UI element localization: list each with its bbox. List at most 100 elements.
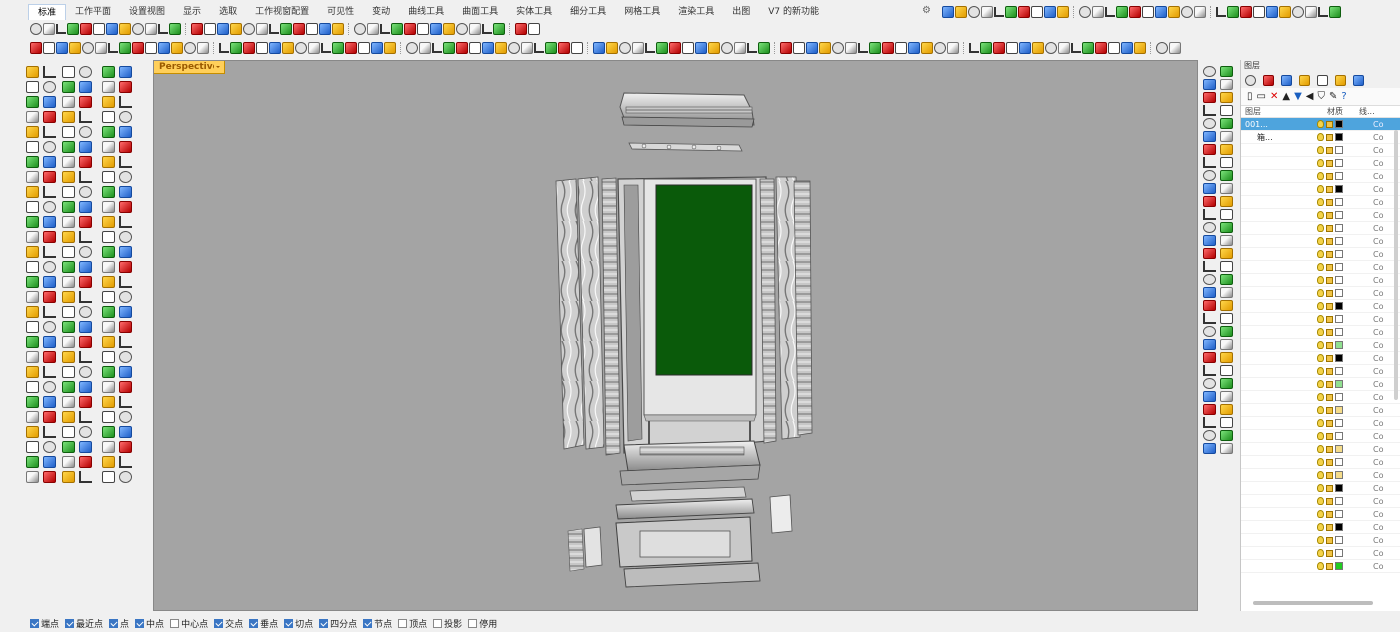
- command-icon[interactable]: [1203, 66, 1216, 77]
- command-icon[interactable]: [43, 81, 56, 93]
- layer-row[interactable]: Co: [1241, 560, 1400, 573]
- libraries-tab-icon[interactable]: [1317, 74, 1328, 86]
- command-icon[interactable]: [43, 201, 56, 213]
- command-icon[interactable]: [1220, 196, 1233, 207]
- toolbar-tab-13[interactable]: 渲染工具: [669, 4, 723, 20]
- toolbar-tab-12[interactable]: 网格工具: [615, 4, 669, 20]
- toolbar-command-icon[interactable]: [30, 23, 42, 35]
- osnap-toggle[interactable]: 顶点: [398, 617, 427, 630]
- toolbar-command-icon[interactable]: [721, 42, 733, 54]
- toolbar-command-icon[interactable]: [1018, 6, 1030, 18]
- command-icon[interactable]: [119, 216, 132, 228]
- lock-icon[interactable]: [1326, 549, 1333, 557]
- command-icon[interactable]: [79, 66, 92, 78]
- toolbar-command-icon[interactable]: [145, 42, 157, 54]
- delete-layer-icon[interactable]: ✕: [1270, 91, 1278, 103]
- command-icon[interactable]: [1203, 300, 1216, 311]
- layer-row[interactable]: 001... Co: [1241, 118, 1400, 131]
- layer-color-swatch[interactable]: [1335, 445, 1343, 453]
- command-icon[interactable]: [102, 306, 115, 318]
- command-icon[interactable]: [119, 201, 132, 213]
- lightbulb-icon[interactable]: [1317, 354, 1324, 362]
- command-icon[interactable]: [26, 321, 39, 333]
- command-icon[interactable]: [26, 66, 39, 78]
- checkbox[interactable]: [109, 619, 119, 628]
- layer-row[interactable]: Co: [1241, 235, 1400, 248]
- command-icon[interactable]: [1203, 443, 1216, 454]
- layer-color-swatch[interactable]: [1335, 211, 1343, 219]
- lightbulb-icon[interactable]: [1317, 562, 1324, 570]
- toolbar-command-icon[interactable]: [993, 42, 1005, 54]
- checkbox[interactable]: [30, 619, 39, 628]
- toolbar-command-icon[interactable]: [869, 42, 881, 54]
- toolbar-command-icon[interactable]: [558, 42, 570, 54]
- toolbar-command-icon[interactable]: [619, 42, 631, 54]
- command-icon[interactable]: [119, 291, 132, 303]
- toolbar-command-icon[interactable]: [1044, 6, 1056, 18]
- command-icon[interactable]: [1220, 300, 1233, 311]
- command-icon[interactable]: [1220, 404, 1233, 415]
- layer-row[interactable]: Co: [1241, 417, 1400, 430]
- checkbox[interactable]: [170, 619, 180, 628]
- toolbar-command-icon[interactable]: [132, 23, 144, 35]
- command-icon[interactable]: [1203, 235, 1216, 246]
- command-icon[interactable]: [79, 426, 92, 438]
- command-icon[interactable]: [1203, 326, 1216, 337]
- toolbar-command-icon[interactable]: [593, 42, 605, 54]
- filter-icon[interactable]: ⛉: [1317, 91, 1325, 103]
- toolbar-command-icon[interactable]: [793, 42, 805, 54]
- command-icon[interactable]: [43, 261, 56, 273]
- command-icon[interactable]: [119, 246, 132, 258]
- layer-color-swatch[interactable]: [1335, 510, 1343, 518]
- layer-color-swatch[interactable]: [1335, 354, 1343, 362]
- command-icon[interactable]: [79, 156, 92, 168]
- toolbar-command-icon[interactable]: [845, 42, 857, 54]
- toolbar-tab-8[interactable]: 曲线工具: [399, 4, 453, 20]
- toolbar-command-icon[interactable]: [1305, 6, 1317, 18]
- checkbox[interactable]: [65, 619, 75, 628]
- toolbar-command-icon[interactable]: [404, 23, 416, 35]
- command-icon[interactable]: [26, 216, 39, 228]
- command-icon[interactable]: [43, 246, 56, 258]
- layer-name-header[interactable]: 图层: [1241, 106, 1327, 117]
- command-icon[interactable]: [119, 471, 132, 483]
- toolbar-command-icon[interactable]: [354, 23, 366, 35]
- lightbulb-icon[interactable]: [1317, 549, 1324, 557]
- checkbox[interactable]: [433, 619, 443, 628]
- command-icon[interactable]: [1203, 404, 1216, 415]
- command-icon[interactable]: [43, 111, 56, 123]
- command-icon[interactable]: [119, 171, 132, 183]
- lightbulb-icon[interactable]: [1317, 172, 1324, 180]
- layer-color-swatch[interactable]: [1335, 328, 1343, 336]
- command-icon[interactable]: [79, 291, 92, 303]
- command-icon[interactable]: [62, 336, 75, 348]
- command-icon[interactable]: [119, 186, 132, 198]
- layer-row[interactable]: Co: [1241, 144, 1400, 157]
- command-icon[interactable]: [62, 261, 75, 273]
- command-icon[interactable]: [1220, 417, 1233, 428]
- layer-row[interactable]: Co: [1241, 456, 1400, 469]
- layer-row[interactable]: Co: [1241, 339, 1400, 352]
- command-icon[interactable]: [62, 426, 75, 438]
- toolbar-command-icon[interactable]: [955, 6, 967, 18]
- lightbulb-icon[interactable]: [1317, 289, 1324, 297]
- lightbulb-icon[interactable]: [1317, 484, 1324, 492]
- layer-color-swatch[interactable]: [1335, 185, 1343, 193]
- command-icon[interactable]: [1203, 118, 1216, 129]
- command-icon[interactable]: [1220, 66, 1233, 77]
- toolbar-tab-1[interactable]: 工作平面: [66, 4, 120, 20]
- command-icon[interactable]: [1220, 339, 1233, 350]
- command-icon[interactable]: [43, 351, 56, 363]
- toolbar-command-icon[interactable]: [1227, 6, 1239, 18]
- command-icon[interactable]: [26, 456, 39, 468]
- toolbar-command-icon[interactable]: [230, 42, 242, 54]
- properties-tab-icon[interactable]: [1245, 74, 1256, 86]
- toolbar-command-icon[interactable]: [969, 43, 979, 53]
- lightbulb-icon[interactable]: [1317, 133, 1324, 141]
- command-icon[interactable]: [1220, 248, 1233, 259]
- command-icon[interactable]: [1220, 144, 1233, 155]
- command-icon[interactable]: [62, 126, 75, 138]
- toolbar-command-icon[interactable]: [508, 42, 520, 54]
- toolbar-command-icon[interactable]: [1092, 6, 1104, 18]
- toolbar-command-icon[interactable]: [682, 42, 694, 54]
